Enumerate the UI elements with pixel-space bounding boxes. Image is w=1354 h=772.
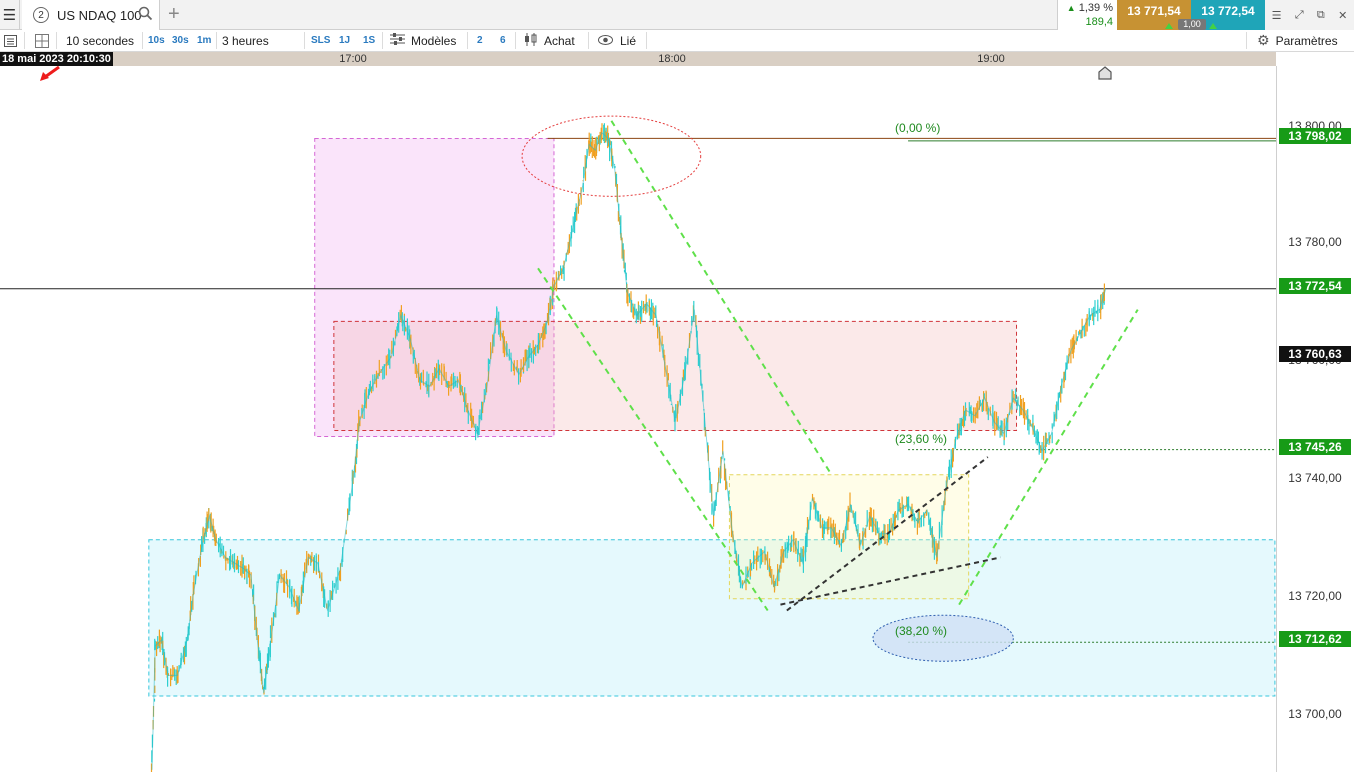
gear-icon: ⚙: [1257, 32, 1270, 48]
models-label: Modèles: [411, 33, 457, 48]
period-1s[interactable]: 1S: [363, 30, 375, 51]
up-arrow-icon: ▲: [1066, 3, 1076, 13]
popout-icon[interactable]: ⧉: [1317, 9, 1325, 22]
buy-button[interactable]: Achat: [524, 30, 575, 51]
hamburger-menu-icon[interactable]: ☰: [0, 0, 20, 30]
buy-label: Achat: [544, 33, 575, 48]
fib-38-price-label: 13 712,62: [1279, 631, 1351, 647]
ask-price: 13 772,54: [1201, 4, 1255, 18]
sliders-icon: [390, 33, 405, 48]
time-tick-label: 19:00: [977, 53, 1005, 65]
period-select[interactable]: 3 heures: [222, 30, 269, 51]
daily-change-points: 189,4: [1085, 16, 1113, 28]
window-controls: ☰ ⤢ ⧉ ✕: [1265, 0, 1354, 30]
models-button[interactable]: Modèles: [390, 30, 456, 51]
tab-number-badge: 2: [33, 7, 49, 23]
search-icon[interactable]: [138, 6, 153, 24]
scroll-to-latest-icon[interactable]: [1098, 66, 1112, 80]
time-tick-label: 17:00: [339, 53, 367, 65]
link-label: Lié: [620, 33, 637, 48]
spread-badge: 1,00: [1178, 19, 1206, 30]
close-icon[interactable]: ✕: [1338, 9, 1347, 22]
price-tick-label: 13 700,00: [1288, 707, 1342, 721]
fib-label-0: (0,00 %): [895, 121, 941, 135]
eye-icon: [598, 34, 613, 48]
grid-layout-icon[interactable]: [35, 30, 49, 51]
bid-price: 13 771,54: [1127, 4, 1181, 18]
indicator-2-button[interactable]: 2: [477, 30, 483, 51]
list-view-icon[interactable]: [4, 30, 17, 51]
settings-button[interactable]: ⚙ Paramètres: [1257, 30, 1338, 51]
period-sls[interactable]: SLS: [311, 30, 330, 51]
minimize-icon[interactable]: ⤢: [1295, 9, 1304, 22]
indicator-6-button[interactable]: 6: [500, 30, 506, 51]
daily-change-percent: 1,39 %: [1078, 2, 1113, 14]
ask-up-icon: [1209, 23, 1217, 29]
instrument-tab[interactable]: 2 US NDAQ 100: [22, 0, 160, 30]
current-price-label: 13 772,54: [1279, 278, 1351, 294]
cursor-time-label: 18 mai 2023 20:10:30: [0, 52, 113, 66]
price-tick-label: 13 720,00: [1288, 589, 1342, 603]
daily-change-box: ▲ 1,39 % 189,4: [1057, 0, 1117, 30]
time-axis: 17:00 18:00 19:00: [0, 52, 1276, 66]
price-axis[interactable]: 13 800,00 13 780,00 13 760,00 13 740,00 …: [1276, 66, 1354, 772]
interval-1m[interactable]: 1m: [197, 30, 211, 51]
cursor-price-label: 13 760,63: [1279, 346, 1351, 362]
candles-icon: [524, 32, 538, 49]
interval-30s[interactable]: 30s: [172, 30, 189, 51]
top-tab-bar: ☰ 2 US NDAQ 100 + ▲ 1,39 % 189,4 13 771,…: [0, 0, 1354, 30]
add-tab-plus-icon[interactable]: +: [168, 3, 180, 26]
period-1j[interactable]: 1J: [339, 30, 350, 51]
fib-label-38: (38,20 %): [895, 624, 948, 638]
interval-10s[interactable]: 10s: [148, 30, 165, 51]
price-tick-label: 13 740,00: [1288, 471, 1342, 485]
price-tick-label: 13 780,00: [1288, 235, 1342, 249]
instrument-name: US NDAQ 100: [57, 7, 142, 23]
settings-label: Paramètres: [1275, 33, 1338, 48]
red-arrow-icon: [40, 66, 60, 81]
fib-label-23: (23,60 %): [895, 432, 948, 446]
price-chart[interactable]: [0, 66, 1276, 772]
fib-0-price-label: 13 798,02: [1279, 128, 1351, 144]
bid-up-icon: [1165, 23, 1173, 29]
bottom-ellipse[interactable]: [872, 614, 1014, 662]
chart-toolbar: 10 secondes 10s 30s 1m 3 heures SLS 1J 1…: [0, 30, 1354, 52]
time-tick-label: 18:00: [658, 53, 686, 65]
interval-select[interactable]: 10 secondes: [66, 30, 134, 51]
list-icon[interactable]: ☰: [1272, 9, 1282, 22]
fib-23-price-label: 13 745,26: [1279, 439, 1351, 455]
link-button[interactable]: Lié: [598, 30, 636, 51]
